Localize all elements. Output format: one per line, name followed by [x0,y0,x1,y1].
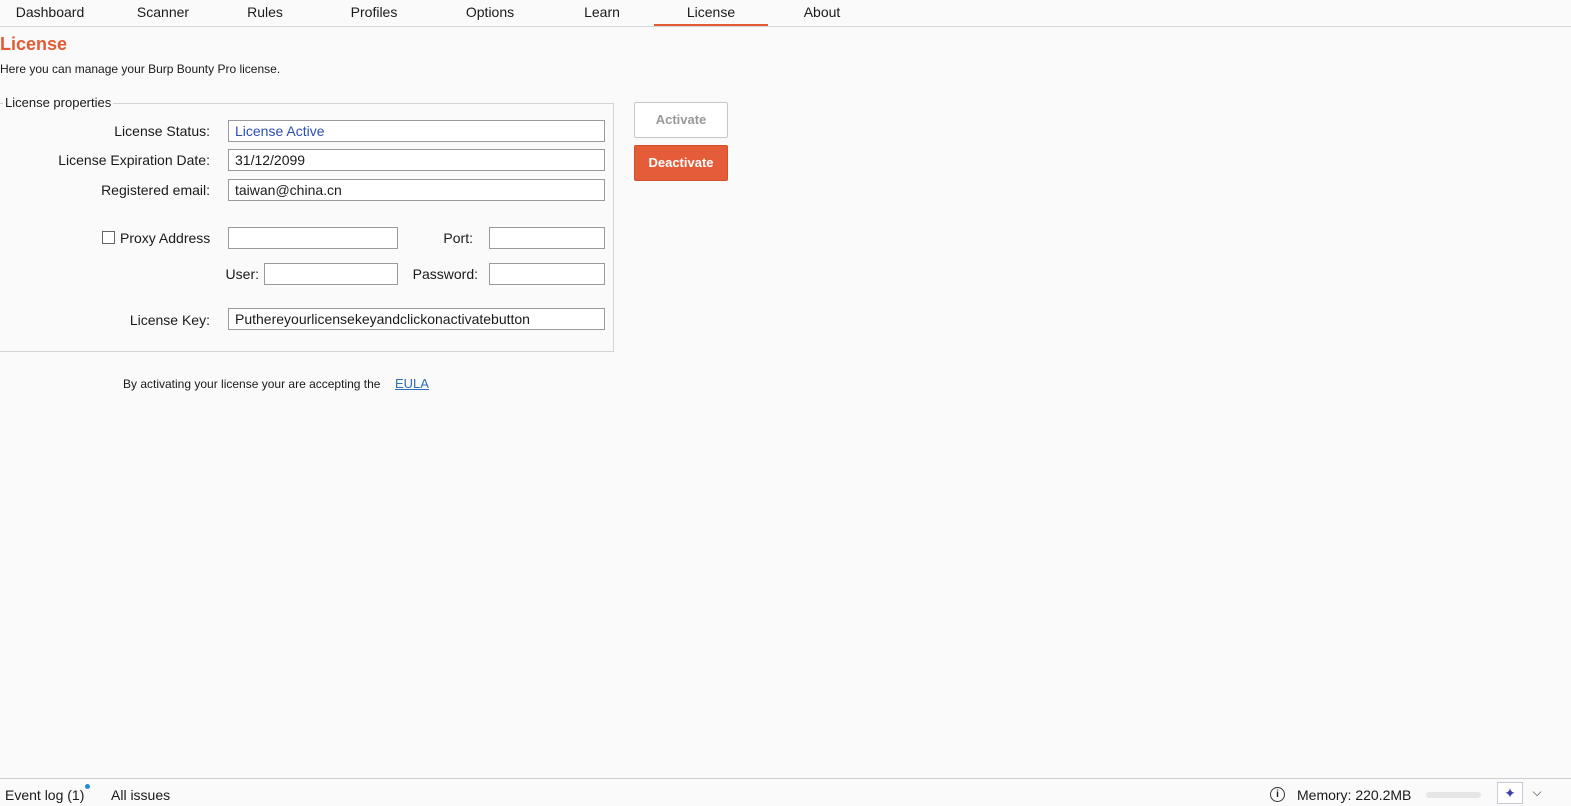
deactivate-button[interactable]: Deactivate [634,145,728,181]
license-status-label: License Status: [114,123,210,139]
port-label: Port: [443,230,473,246]
event-log-button[interactable]: Event log (1) [5,787,84,803]
registered-email-field[interactable] [228,179,605,201]
memory-usage-bar [1426,792,1481,798]
password-label: Password: [412,266,478,282]
proxy-address-label: Proxy Address [120,230,211,246]
notification-dot-icon [85,784,90,789]
page-title: License [0,34,68,54]
tab-rules[interactable]: Rules [225,0,305,24]
tab-learn[interactable]: Learn [562,0,642,24]
expiration-date-label: License Expiration Date: [58,152,210,168]
license-status-field[interactable] [228,120,605,142]
license-key-label: License Key: [129,312,210,328]
license-properties-legend: License properties [3,95,114,110]
proxy-address-checkbox[interactable] [102,231,115,244]
user-field[interactable] [264,263,398,285]
eula-link[interactable]: EULA [395,376,429,391]
user-label: User: [225,266,259,282]
tab-license[interactable]: License [654,0,768,26]
port-field[interactable] [489,227,605,249]
tab-scanner[interactable]: Scanner [123,0,203,24]
status-bar: Event log (1) All issues i Memory: 220.2… [0,778,1571,806]
tab-bar: Dashboard Scanner Rules Profiles Options… [0,0,1571,27]
tab-options[interactable]: Options [450,0,530,24]
chevron-down-icon[interactable]: ⌵ [1524,782,1550,804]
proxy-address-field[interactable] [228,227,398,249]
page-description: Here you can manage your Burp Bounty Pro… [0,62,281,76]
registered-email-label: Registered email: [101,182,210,198]
info-icon[interactable]: i [1270,787,1285,802]
all-issues-button[interactable]: All issues [111,787,170,803]
expiration-date-field[interactable] [228,149,605,171]
memory-readout: Memory: 220.2MB [1297,787,1412,803]
activate-button[interactable]: Activate [634,102,728,138]
password-field[interactable] [489,263,605,285]
sparkle-icon[interactable]: ✦ [1497,782,1523,804]
eula-notice: By activating your license your are acce… [123,377,381,391]
license-key-field[interactable] [228,308,605,330]
tab-about[interactable]: About [782,0,862,24]
tab-dashboard[interactable]: Dashboard [10,0,90,24]
tab-profiles[interactable]: Profiles [334,0,414,24]
